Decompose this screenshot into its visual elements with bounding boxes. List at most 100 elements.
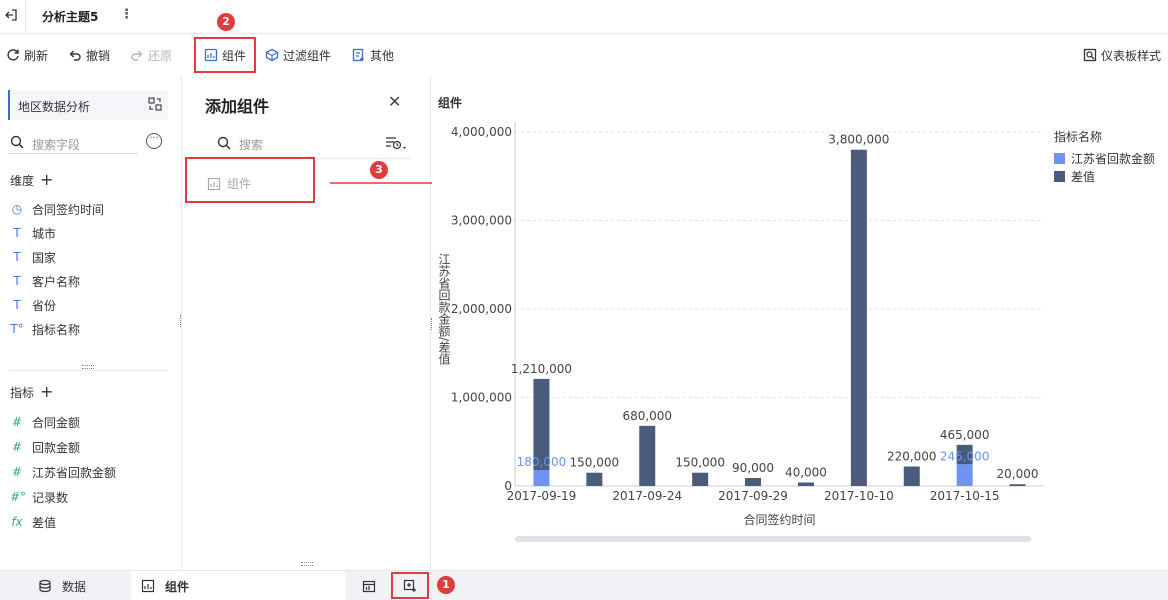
sort-dropdown-icon[interactable] — [385, 136, 409, 152]
tab-data-label: 数据 — [62, 579, 87, 594]
field-label: 指标名称 — [32, 322, 81, 337]
measure-field[interactable]: # 合同金额 — [10, 413, 80, 431]
dimension-field[interactable]: T 客户名称 — [10, 272, 80, 290]
refresh-label: 刷新 — [24, 48, 49, 63]
data-field-panel: 地区数据分析 搜索字段 ··· 维度 + ◷ 合同签约时间 T 城市 T 国家 T 客户名… — [0, 76, 182, 570]
field-search-input[interactable]: 搜索字段 — [8, 132, 138, 154]
toolbar: 刷新 撤销 还原 组件 过滤组件 其他 仪表板样式 — [0, 35, 1168, 75]
text-type-icon: T — [13, 298, 21, 312]
search-icon — [10, 135, 24, 149]
bar-segment — [586, 472, 603, 486]
tab-component[interactable]: 组件 — [131, 571, 345, 600]
text-type-icon: T — [13, 226, 21, 240]
legend-label: 差值 — [1071, 170, 1096, 184]
bar-segment — [692, 472, 709, 486]
field-label: 城市 — [32, 226, 57, 241]
bar-segment — [850, 149, 867, 486]
add-measure-icon[interactable]: + — [40, 382, 53, 401]
other-label: 其他 — [370, 48, 395, 63]
annotation-box-component-item — [185, 157, 315, 203]
x-tick-label: 2017-09-24 — [612, 489, 682, 503]
derived-text-type-icon: T° — [10, 322, 24, 336]
field-search-placeholder: 搜索字段 — [32, 138, 81, 152]
bar-segment — [639, 425, 656, 486]
measure-field[interactable]: fx 差值 — [10, 513, 56, 531]
filter-component-button[interactable]: 过滤组件 — [265, 45, 331, 65]
dataset-name: 地区数据分析 — [18, 100, 91, 114]
dimension-field[interactable]: T 省份 — [10, 296, 56, 314]
chart-horizontal-scrollbar[interactable] — [515, 536, 1031, 542]
annotation-marker-1: 1 — [437, 576, 455, 594]
y-axis-title: 江苏省回款金额/差值 — [437, 253, 451, 366]
undo-button[interactable]: 撤销 — [68, 45, 110, 65]
bar-total-label: 465,000 — [940, 428, 990, 442]
field-label: 差值 — [32, 515, 57, 530]
chart-title: 组件 — [438, 96, 463, 110]
y-tick-label: 2,000,000 — [451, 302, 512, 316]
legend-item-jiangsu[interactable]: 江苏省回款金额 — [1054, 150, 1155, 167]
measure-field[interactable]: #° 记录数 — [10, 488, 68, 506]
y-tick-label: 4,000,000 — [451, 125, 512, 139]
title-bar: 分析主题5 ⋮ — [0, 0, 1168, 34]
component-search-input[interactable]: 搜索 — [239, 136, 263, 153]
add-dimension-icon[interactable]: + — [40, 170, 53, 189]
bar-total-label: 3,800,000 — [828, 133, 889, 147]
bar-total-label: 1,210,000 — [511, 362, 572, 376]
bar-total-label: 680,000 — [622, 409, 672, 423]
field-label: 合同金额 — [32, 415, 81, 430]
page-title: 分析主题5 — [42, 10, 99, 24]
section-resize-handle[interactable] — [82, 365, 94, 369]
measures-section-title: 指标 + — [10, 382, 53, 401]
number-type-icon: # — [11, 465, 23, 479]
tab-data[interactable]: 数据 — [38, 571, 130, 600]
legend-swatch — [1054, 153, 1065, 164]
measure-field[interactable]: # 江苏省回款金额 — [10, 463, 116, 481]
bar-segment — [797, 482, 814, 486]
more-options-icon[interactable]: ⋮ — [120, 7, 133, 22]
legend-item-diff[interactable]: 差值 — [1054, 168, 1095, 185]
bar-total-label: 150,000 — [675, 456, 725, 470]
other-button[interactable]: 其他 — [352, 45, 394, 65]
x-tick-label: 2017-09-29 — [718, 489, 788, 503]
annotation-marker-2: 2 — [217, 13, 235, 31]
add-component-tab-icon[interactable] — [362, 579, 376, 593]
dimension-field[interactable]: T 城市 — [10, 224, 56, 242]
y-tick-label: 1,000,000 — [451, 391, 512, 405]
panel-bottom-resize-handle[interactable] — [301, 562, 313, 566]
field-label: 江苏省回款金额 — [32, 465, 117, 480]
add-component-panel: 添加组件 ✕ 搜索 组件 — [183, 76, 431, 570]
x-tick-label: 2017-09-19 — [507, 489, 577, 503]
field-label: 回款金额 — [32, 440, 81, 455]
dimensions-title-text: 维度 — [10, 174, 35, 188]
bar-segment — [903, 466, 920, 486]
filter-cube-icon — [265, 48, 279, 62]
tab-component-label: 组件 — [165, 579, 190, 594]
close-icon[interactable]: ✕ — [388, 92, 401, 111]
exit-icon[interactable] — [4, 8, 18, 24]
more-actions-icon[interactable]: ··· — [146, 133, 162, 149]
chart-component-icon — [141, 579, 155, 593]
x-axis-title: 合同签约时间 — [743, 512, 815, 527]
refresh-icon — [7, 49, 19, 61]
chart-widget[interactable]: 组件 0 1,000,000 2,000,000 3,000,000 4,000,000… — [432, 82, 1168, 568]
x-tick-label: 2017-10-15 — [930, 489, 1000, 503]
switch-dataset-icon[interactable] — [148, 97, 162, 111]
bar-segment — [745, 478, 762, 486]
bar-inner-label: 245,000 — [940, 449, 990, 463]
dashboard-style-icon — [1083, 48, 1097, 62]
dimension-field[interactable]: T 国家 — [10, 248, 56, 266]
field-label: 合同签约时间 — [32, 202, 105, 217]
bar-total-label: 40,000 — [785, 465, 827, 479]
legend-label: 江苏省回款金额 — [1071, 152, 1156, 166]
dashboard-style-button[interactable]: 仪表板样式 — [1083, 45, 1161, 65]
add-component-title: 添加组件 — [205, 97, 270, 116]
redo-button[interactable]: 还原 — [130, 45, 172, 65]
dataset-selector[interactable]: 地区数据分析 — [8, 90, 168, 120]
measure-field[interactable]: # 回款金额 — [10, 438, 80, 456]
annotation-box-component-button — [194, 37, 256, 73]
dimension-field[interactable]: ◷ 合同签约时间 — [10, 200, 104, 218]
bar-total-label: 220,000 — [887, 450, 937, 464]
redo-icon — [131, 50, 143, 61]
dimension-field[interactable]: T° 指标名称 — [10, 320, 80, 338]
refresh-button[interactable]: 刷新 — [6, 45, 48, 65]
